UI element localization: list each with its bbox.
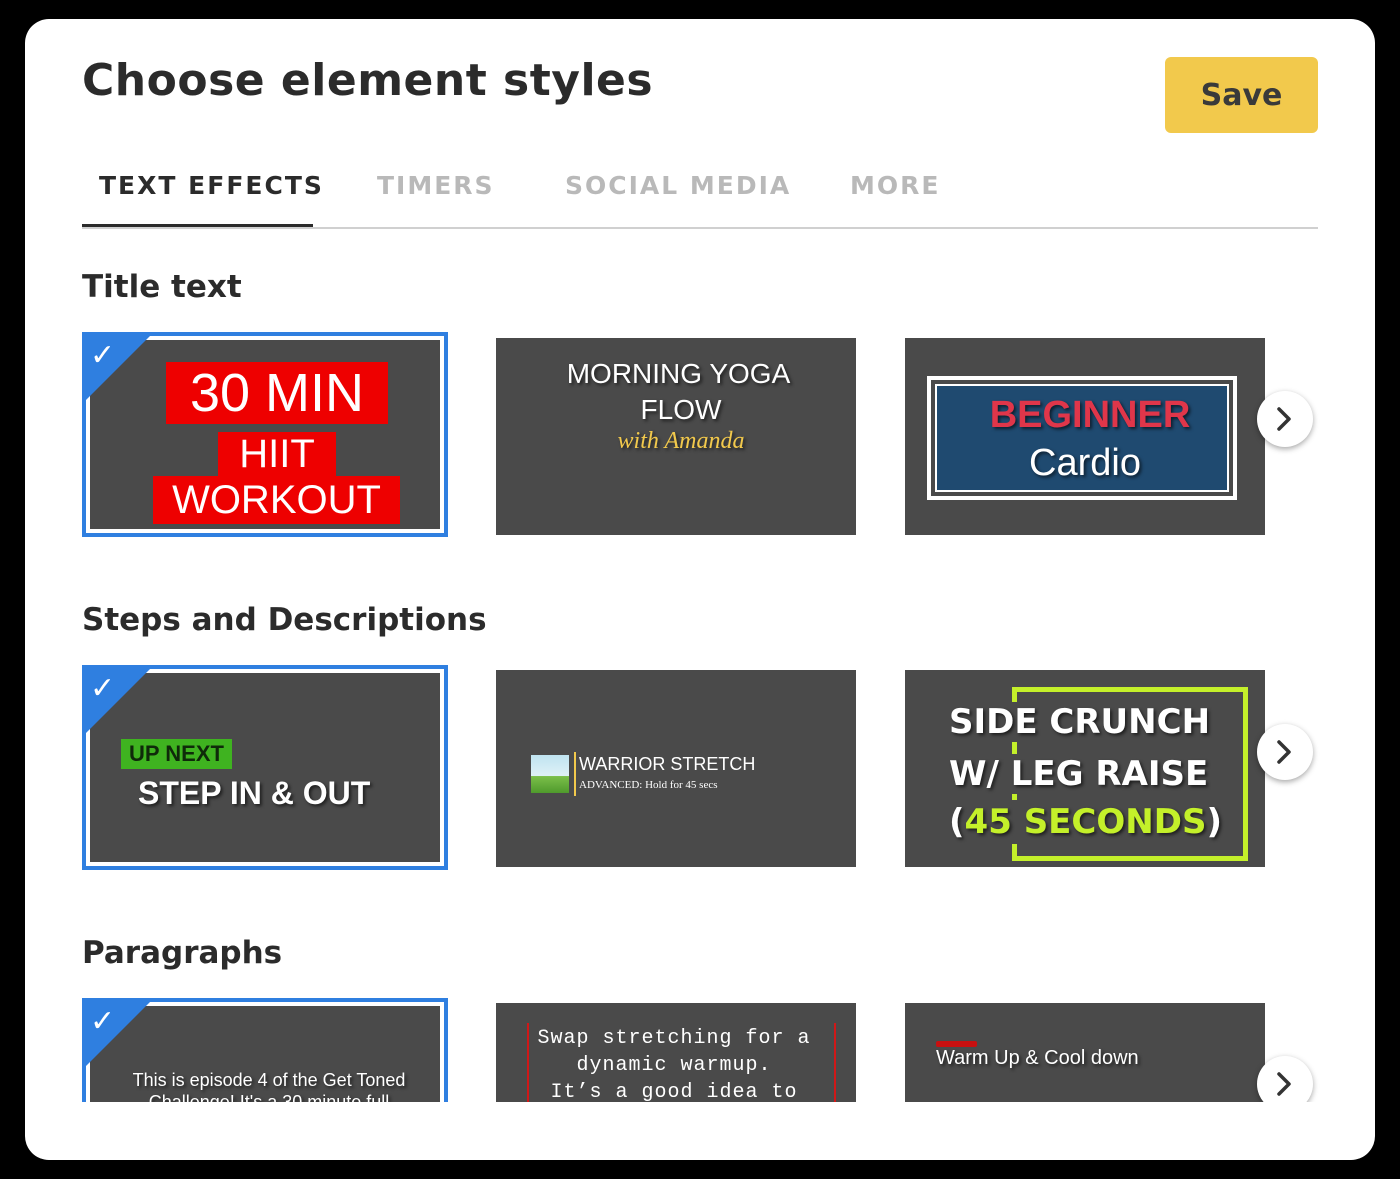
title-style-card-3[interactable]: BEGINNER Cardio — [905, 338, 1265, 535]
step-title: WARRIOR STRETCH — [579, 754, 756, 774]
steps-style-card-1[interactable]: ✓ UP NEXT STEP IN & OUT — [82, 665, 448, 870]
step-line-1: SIDE CRUNCH — [949, 702, 1211, 742]
paragraph-line-1: This is episode 4 of the Get Toned — [132, 1070, 406, 1090]
chevron-right-icon — [1277, 740, 1291, 764]
paren-open: ( — [949, 802, 965, 842]
step-line-2: W/ LEG RAISE — [949, 754, 1209, 794]
paragraph-style-card-3[interactable]: Warm Up & Cool down — [905, 1003, 1265, 1102]
next-title-styles-button[interactable] — [1257, 391, 1313, 447]
image-icon — [531, 755, 569, 793]
steps-style-card-2[interactable]: WARRIOR STRETCH ADVANCED: Hold for 45 se… — [496, 670, 856, 867]
section-paragraphs: Paragraphs — [82, 935, 283, 971]
duration-highlight: 45 SECONDS — [964, 802, 1207, 842]
title-line-1: BEGINNER — [989, 394, 1191, 436]
title-line-2: Cardio — [1029, 442, 1141, 484]
paragraph-style-card-1[interactable]: ✓ This is episode 4 of the Get Toned Cha… — [82, 998, 448, 1102]
section-title-text: Title text — [82, 269, 242, 305]
step-line-3: (45 SECONDS) — [949, 800, 1222, 844]
title-line-3: WORKOUT — [172, 478, 381, 522]
next-steps-styles-button[interactable] — [1257, 724, 1313, 780]
paragraph-line-2: dynamic warmup. — [576, 1054, 772, 1077]
title-line-1: 30 MIN — [189, 363, 365, 423]
styles-scroll-area: Title text ✓ 30 MIN HIIT WORKOUT MORNING… — [25, 19, 1375, 1102]
chevron-right-icon — [1277, 1072, 1291, 1096]
paragraph-style-card-2[interactable]: Swap stretching for a dynamic warmup. It… — [496, 1003, 856, 1102]
title-style-card-2[interactable]: MORNING YOGA FLOW with Amanda — [496, 338, 856, 535]
chevron-right-icon — [1277, 407, 1291, 431]
check-icon: ✓ — [90, 671, 116, 706]
paragraph-line-2: Challenge! It's a 30 minute full — [148, 1092, 390, 1102]
title-line-2: HIIT — [239, 432, 315, 476]
paragraph-heading: Warm Up & Cool down — [936, 1047, 1139, 1069]
step-text: STEP IN & OUT — [138, 775, 371, 811]
step-subtitle: ADVANCED: Hold for 45 secs — [579, 779, 718, 791]
check-icon: ✓ — [90, 338, 116, 373]
title-line-2: FLOW — [640, 394, 722, 425]
paren-close: ) — [1206, 802, 1222, 842]
next-paragraph-styles-button[interactable] — [1257, 1056, 1313, 1102]
paragraph-line-3: It’s a good idea to — [550, 1081, 798, 1102]
title-subline: with Amanda — [617, 428, 745, 454]
choose-styles-modal: Choose element styles Save TEXT EFFECTS … — [25, 19, 1375, 1160]
check-icon: ✓ — [90, 1004, 116, 1039]
title-style-card-1[interactable]: ✓ 30 MIN HIIT WORKOUT — [82, 332, 448, 537]
paragraph-line-1: Swap stretching for a — [537, 1027, 811, 1050]
title-line-1: MORNING YOGA — [566, 358, 791, 389]
steps-style-card-3[interactable]: SIDE CRUNCH W/ LEG RAISE (45 SECONDS) — [905, 670, 1265, 867]
section-steps-descriptions: Steps and Descriptions — [82, 602, 487, 638]
up-next-badge: UP NEXT — [121, 739, 232, 769]
